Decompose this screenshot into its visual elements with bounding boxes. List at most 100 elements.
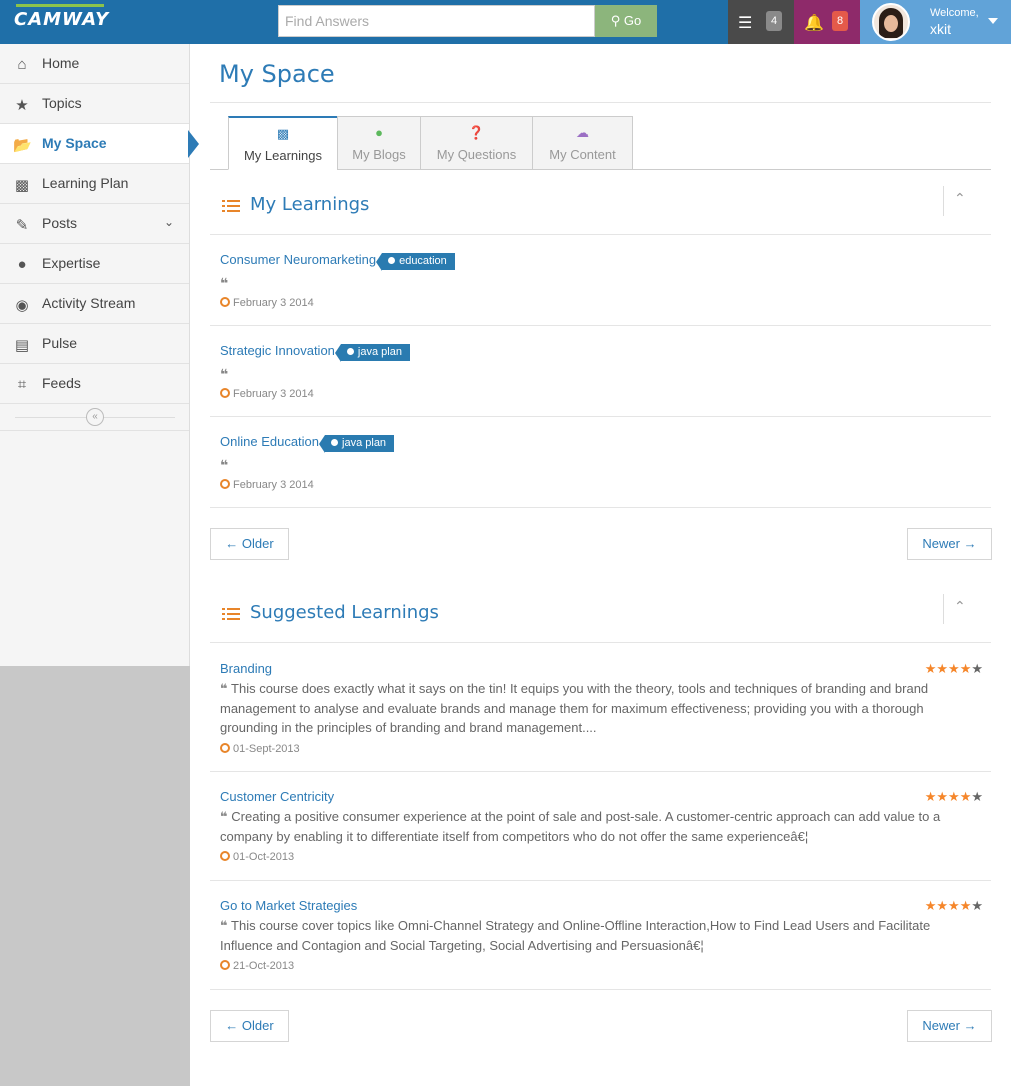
folder-open-icon: 📂 [13, 137, 32, 154]
list-icon [222, 200, 240, 214]
suggested-title-link[interactable]: Go to Market Strategies [220, 898, 357, 913]
sidebar-item-activity-stream[interactable]: ◉ Activity Stream [0, 284, 189, 324]
cloud-upload-icon: ☁ [576, 125, 589, 140]
tab-my-learnings[interactable]: ▩ My Learnings [228, 116, 338, 170]
clock-icon [220, 742, 230, 753]
sidebar-item-label: Topics [42, 95, 82, 111]
section-title: Suggested Learnings [250, 602, 439, 623]
star-icon: ★ [959, 661, 972, 676]
learning-title-link[interactable]: Online Education [220, 434, 319, 449]
tag-badge[interactable]: java plan [319, 435, 395, 453]
description-text: Creating a positive consumer experience … [220, 809, 941, 844]
star-icon: ★ [936, 898, 949, 913]
tab-my-questions[interactable]: ❓ My Questions [420, 116, 533, 170]
section-title: My Learnings [250, 194, 370, 215]
sidebar-item-learning-plan[interactable]: ▩ Learning Plan [0, 164, 189, 204]
notifications-button[interactable]: 🔔 8 [794, 0, 860, 44]
clock-icon [220, 960, 230, 970]
collapse-up-icon[interactable]: ⌃ [954, 598, 966, 615]
tag-badge[interactable]: education [376, 253, 455, 271]
sidebar-item-posts[interactable]: ✎ Posts ⌄ [0, 204, 189, 244]
sidebar-nav: ⌂ Home ★ Topics 📂 My Space ▩ Learning Plan ✎… [0, 44, 199, 666]
search-go-button[interactable]: ⚲ Go [595, 5, 657, 37]
quote-icon: ❝ [220, 275, 229, 291]
older-button[interactable]: ← Older [210, 1010, 289, 1042]
clock-icon [220, 388, 230, 398]
tag-label: education [399, 255, 447, 267]
newer-button[interactable]: Newer → [907, 1010, 992, 1042]
star-rating: ★★★★★ [925, 661, 983, 677]
list-item: Consumer Neuromarketing education ❝ Febru… [220, 252, 985, 309]
messages-button[interactable]: ☰ 4 [728, 0, 794, 44]
collapse-up-icon[interactable]: ⌃ [954, 190, 966, 207]
my-learnings-header: My Learnings ⌃ [210, 186, 991, 234]
user-menu[interactable]: Welcome, xkit [860, 0, 1011, 44]
star-icon: ★ [924, 789, 937, 804]
quote-icon: ❝ [220, 809, 228, 824]
messages-count-badge: 4 [766, 11, 782, 31]
sidebar-item-label: Home [42, 55, 80, 71]
suggested-title-link[interactable]: Branding [220, 661, 272, 676]
search-placeholder: Find Answers [285, 13, 370, 29]
sidebar-collapse: « [0, 404, 189, 431]
star-icon: ★ [15, 97, 29, 114]
description-text: This course does exactly what it says on… [220, 681, 929, 735]
book-icon: ▩ [276, 126, 290, 141]
rss-icon: ⌗ [17, 376, 27, 393]
list-item: Customer Centricity ★★★★★ ❝ Creating a p… [220, 789, 985, 863]
sidebar-item-topics[interactable]: ★ Topics [0, 84, 189, 124]
sidebar-item-label: Pulse [42, 335, 78, 351]
star-icon: ★ [959, 789, 972, 804]
username: xkit [930, 21, 951, 37]
tag-badge[interactable]: java plan [334, 344, 410, 362]
comment-icon: ● [375, 125, 383, 140]
item-date: 21-Oct-2013 [220, 960, 985, 972]
tag-label: java plan [342, 437, 387, 449]
search-input[interactable]: Find Answers [278, 5, 595, 37]
suggested-title-link[interactable]: Customer Centricity [220, 789, 334, 804]
star-rating: ★★★★★ [925, 789, 983, 805]
sidebar-item-home[interactable]: ⌂ Home [0, 44, 189, 84]
list-item: Online Education java plan ❝ February 3 2… [220, 434, 985, 491]
older-button[interactable]: ← Older [210, 528, 289, 560]
date-text: February 3 2014 [233, 297, 314, 309]
divider [210, 102, 991, 103]
sidebar-item-pulse[interactable]: ▤ Pulse [0, 324, 189, 364]
star-icon: ★ [948, 898, 960, 913]
tab-my-content[interactable]: ☁ My Content [532, 116, 633, 170]
bar-chart-icon: ▤ [14, 337, 30, 354]
camway-logo[interactable]: CAMWAY [14, 4, 109, 35]
list-icon [222, 608, 240, 622]
sidebar-item-my-space[interactable]: 📂 My Space [0, 124, 199, 164]
tab-my-blogs[interactable]: ● My Blogs [337, 116, 421, 170]
star-rating: ★★★★★ [925, 898, 983, 914]
collapse-sidebar-icon[interactable]: « [86, 408, 104, 426]
date-text: February 3 2014 [233, 388, 314, 400]
sidebar-item-feeds[interactable]: ⌗ Feeds [0, 364, 189, 404]
tab-label: My Blogs [352, 147, 406, 162]
tab-label: My Questions [436, 147, 517, 162]
quote-icon: ❝ [220, 457, 229, 473]
newer-button[interactable]: Newer → [907, 528, 992, 560]
home-icon: ⌂ [17, 56, 27, 73]
comments-icon: ◉ [15, 297, 29, 314]
sidebar-item-expertise[interactable]: ● Expertise [0, 244, 189, 284]
clock-icon [220, 479, 230, 489]
search-icon: ⚲ [610, 13, 621, 28]
messages-icon: ☰ [738, 15, 753, 32]
star-icon: ★ [971, 661, 983, 676]
star-icon: ★ [971, 789, 983, 804]
learning-title-link[interactable]: Strategic Innovation [220, 343, 335, 358]
divider [210, 880, 991, 881]
quote-icon: ❝ [220, 918, 228, 933]
bell-icon: 🔔 [804, 15, 824, 32]
star-icon: ★ [948, 661, 960, 676]
active-indicator [188, 130, 199, 158]
sidebar-item-label: Expertise [42, 255, 101, 271]
divider [210, 989, 991, 990]
learning-title-link[interactable]: Consumer Neuromarketing [220, 252, 376, 267]
date-text: 01-Oct-2013 [233, 851, 295, 863]
divider [210, 325, 991, 326]
edit-icon: ✎ [15, 217, 29, 234]
sidebar-item-label: Feeds [42, 375, 81, 391]
